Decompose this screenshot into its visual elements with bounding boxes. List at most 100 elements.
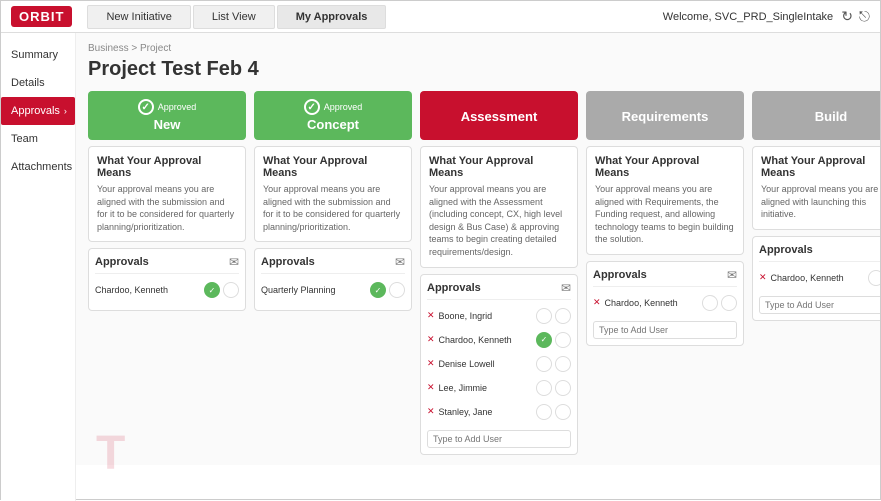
- approver-name-2-0: Boone, Ingrid: [439, 311, 536, 321]
- col-label-1: Concept: [262, 117, 404, 132]
- card-title-1: What Your Approval Means: [263, 155, 403, 179]
- reject-btn-2-3[interactable]: [555, 380, 571, 396]
- mail-icon-0[interactable]: ✉: [229, 255, 239, 269]
- col-header-2: Assessment: [420, 91, 578, 140]
- nav-tabs: New Initiative List View My Approvals: [87, 5, 386, 29]
- col-header-4: Build: [752, 91, 880, 140]
- approve-btn-1-0[interactable]: ✓: [370, 282, 386, 298]
- remove-approver-2-2[interactable]: ✕: [427, 358, 435, 369]
- approver-actions-1-0: ✓: [370, 282, 405, 298]
- approve-btn-4-0[interactable]: [868, 270, 880, 286]
- remove-approver-3-0[interactable]: ✕: [593, 297, 601, 308]
- refresh-icon[interactable]: ↻: [841, 8, 853, 25]
- approve-btn-2-2[interactable]: [536, 356, 552, 372]
- approver-row-2-1: ✕ Chardoo, Kenneth ✓: [427, 330, 571, 350]
- share-icon[interactable]: ⎋: [859, 8, 870, 25]
- kanban-col-build: Build What Your Approval Means Your appr…: [752, 91, 880, 321]
- approvals-card-4: Approvals ✉ ✕ Chardoo, Kenneth: [752, 236, 880, 321]
- mail-icon-1[interactable]: ✉: [395, 255, 405, 269]
- app-logo: ORBIT: [11, 6, 72, 27]
- approve-btn-2-3[interactable]: [536, 380, 552, 396]
- approve-btn-2-0[interactable]: [536, 308, 552, 324]
- approver-actions-2-0: [536, 308, 571, 324]
- approver-actions-3-0: [702, 295, 737, 311]
- card-title-3: What Your Approval Means: [595, 155, 735, 179]
- remove-approver-2-4[interactable]: ✕: [427, 406, 435, 417]
- add-user-input-4[interactable]: [759, 296, 880, 314]
- card-desc-4: Your approval means you are aligned with…: [761, 183, 880, 221]
- check-icon-0: ✓: [138, 99, 154, 115]
- approver-row-4-0: ✕ Chardoo, Kenneth: [759, 268, 880, 288]
- sidebar-item-summary[interactable]: Summary: [1, 41, 75, 69]
- header-right: Welcome, SVC_PRD_SingleIntake ↻ ⎋: [663, 8, 870, 25]
- approver-actions-2-4: [536, 404, 571, 420]
- reject-btn-2-0[interactable]: [555, 308, 571, 324]
- sidebar-item-details[interactable]: Details: [1, 69, 75, 97]
- reject-btn-2-2[interactable]: [555, 356, 571, 372]
- chevron-icon: ›: [64, 106, 67, 116]
- watermark: T: [96, 426, 125, 481]
- approvals-card-0: Approvals ✉ Chardoo, Kenneth ✓: [88, 248, 246, 311]
- reject-btn-2-4[interactable]: [555, 404, 571, 420]
- card-desc-2: Your approval means you are aligned with…: [429, 183, 569, 259]
- col-label-4: Build: [760, 101, 880, 132]
- approvals-card-2: Approvals ✉ ✕ Boone, Ingrid ✕ Chardoo, K…: [420, 274, 578, 455]
- mail-icon-3[interactable]: ✉: [727, 268, 737, 282]
- approver-row-2-4: ✕ Stanley, Jane: [427, 402, 571, 422]
- kanban-col-concept: ✓ Approved Concept What Your Approval Me…: [254, 91, 412, 311]
- sidebar-item-team[interactable]: Team: [1, 125, 75, 153]
- add-user-input-3[interactable]: [593, 321, 737, 339]
- approver-name-0-0: Chardoo, Kenneth: [95, 285, 204, 295]
- col-header-3: Requirements: [586, 91, 744, 140]
- approvals-header-0: Approvals ✉: [95, 255, 239, 274]
- col-header-0: ✓ Approved New: [88, 91, 246, 140]
- approver-name-3-0: Chardoo, Kenneth: [605, 298, 702, 308]
- app-body: Summary Details Approvals› Team Attachme…: [1, 33, 880, 501]
- remove-approver-4-0[interactable]: ✕: [759, 272, 767, 283]
- approver-actions-2-3: [536, 380, 571, 396]
- remove-approver-2-0[interactable]: ✕: [427, 310, 435, 321]
- approve-btn-2-4[interactable]: [536, 404, 552, 420]
- approvals-label-0: Approvals: [95, 256, 149, 268]
- app-header: ORBIT New Initiative List View My Approv…: [1, 1, 880, 33]
- approvals-header-3: Approvals ✉: [593, 268, 737, 287]
- check-icon-1: ✓: [304, 99, 320, 115]
- approver-row-0-0: Chardoo, Kenneth ✓: [95, 280, 239, 300]
- remove-approver-2-1[interactable]: ✕: [427, 334, 435, 345]
- tab-my-approvals[interactable]: My Approvals: [277, 5, 387, 29]
- approve-btn-2-1[interactable]: ✓: [536, 332, 552, 348]
- tab-list-view[interactable]: List View: [193, 5, 275, 29]
- kanban-col-assessment: Assessment What Your Approval Means Your…: [420, 91, 578, 455]
- approvals-label-3: Approvals: [593, 269, 647, 281]
- card-desc-3: Your approval means you are aligned with…: [595, 183, 735, 246]
- sidebar: Summary Details Approvals› Team Attachme…: [1, 33, 76, 501]
- approvals-label-1: Approvals: [261, 256, 315, 268]
- approvals-card-1: Approvals ✉ Quarterly Planning ✓: [254, 248, 412, 311]
- approver-row-3-0: ✕ Chardoo, Kenneth: [593, 293, 737, 313]
- welcome-text: Welcome, SVC_PRD_SingleIntake: [663, 11, 833, 23]
- approvals-header-4: Approvals ✉: [759, 243, 880, 262]
- approve-btn-0-0[interactable]: ✓: [204, 282, 220, 298]
- kanban-board: ✓ Approved New What Your Approval Means …: [88, 91, 868, 455]
- reject-btn-1-0[interactable]: [389, 282, 405, 298]
- approval-means-card-2: What Your Approval Means Your approval m…: [420, 146, 578, 268]
- approvals-card-3: Approvals ✉ ✕ Chardoo, Kenneth: [586, 261, 744, 346]
- sidebar-item-approvals[interactable]: Approvals›: [1, 97, 75, 125]
- card-desc-0: Your approval means you are aligned with…: [97, 183, 237, 233]
- col-header-1: ✓ Approved Concept: [254, 91, 412, 140]
- col-label-2: Assessment: [428, 101, 570, 132]
- card-desc-1: Your approval means you are aligned with…: [263, 183, 403, 233]
- mail-icon-2[interactable]: ✉: [561, 281, 571, 295]
- card-title-4: What Your Approval Means: [761, 155, 880, 179]
- reject-btn-2-1[interactable]: [555, 332, 571, 348]
- approval-means-card-0: What Your Approval Means Your approval m…: [88, 146, 246, 242]
- reject-btn-0-0[interactable]: [223, 282, 239, 298]
- tab-new-initiative[interactable]: New Initiative: [87, 5, 190, 29]
- approve-btn-3-0[interactable]: [702, 295, 718, 311]
- page-title: Project Test Feb 4: [88, 58, 868, 81]
- sidebar-item-attachments[interactable]: Attachments: [1, 153, 75, 181]
- reject-btn-3-0[interactable]: [721, 295, 737, 311]
- remove-approver-2-3[interactable]: ✕: [427, 382, 435, 393]
- add-user-input-2[interactable]: [427, 430, 571, 448]
- approver-name-4-0: Chardoo, Kenneth: [771, 273, 868, 283]
